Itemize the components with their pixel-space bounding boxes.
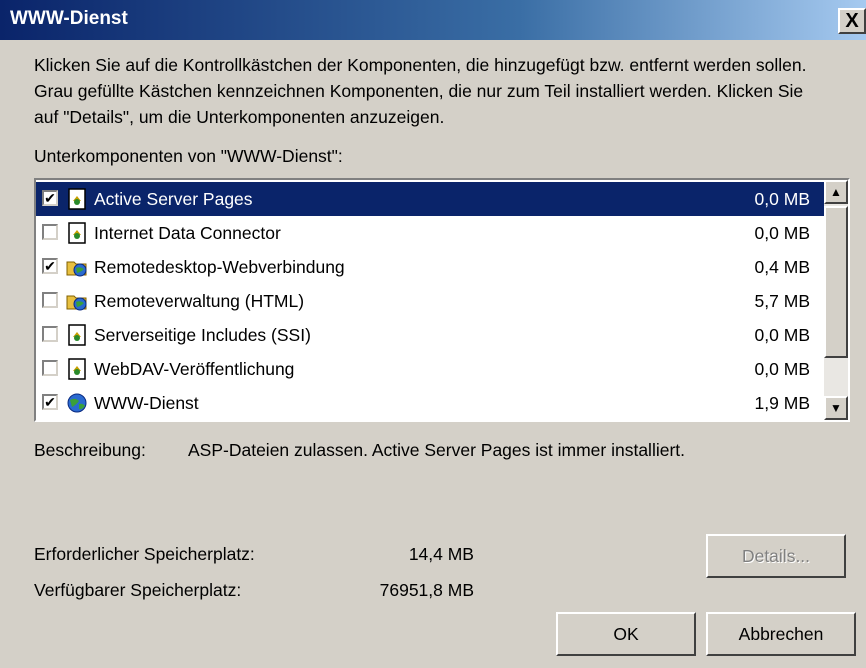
www-dienst-dialog: WWW-Dienst X Klicken Sie auf die Kontrol… [0,0,866,668]
details-button[interactable]: Details... [706,534,846,578]
component-checkbox[interactable] [42,292,58,308]
cancel-button[interactable]: Abbrechen [706,612,856,656]
description-text: ASP-Dateien zulassen. Active Server Page… [188,440,685,460]
document-icon [66,358,88,380]
folder-globe-icon [66,256,88,278]
component-checkbox[interactable]: ✔ [42,190,58,206]
scroll-down-button[interactable]: ▼ [824,396,848,420]
list-item[interactable]: WebDAV-Veröffentlichung 0,0 MB [36,352,824,386]
list-item[interactable]: Internet Data Connector 0,0 MB [36,216,824,250]
component-size: 1,9 MB [754,393,810,413]
list-label: Unterkomponenten von "WWW-Dienst": [34,146,343,166]
folder-globe-icon [66,290,88,312]
window-title: WWW-Dienst [10,8,128,29]
list-item[interactable]: ✔ Remotedesktop-Webverbindung 0,4 MB [36,250,824,284]
required-space-value: 14,4 MB [408,544,474,564]
title-bar[interactable]: WWW-Dienst X [0,0,866,40]
component-size: 0,0 MB [754,325,810,345]
ok-button[interactable]: OK [556,612,696,656]
description-label: Beschreibung: [34,440,146,460]
document-icon [66,324,88,346]
component-size: 0,0 MB [754,223,810,243]
component-label: Active Server Pages [94,189,253,209]
component-label: Remoteverwaltung (HTML) [94,291,305,311]
component-label: Serverseitige Includes (SSI) [94,325,311,345]
component-checkbox[interactable] [42,224,58,240]
close-button[interactable]: X [838,8,866,34]
component-label: WebDAV-Veröffentlichung [94,359,295,379]
list-item[interactable]: ✔ WWW-Dienst 1,9 MB [36,386,824,420]
component-checkbox[interactable]: ✔ [42,258,58,274]
required-space-label: Erforderlicher Speicherplatz: [34,544,255,564]
available-space-label: Verfügbarer Speicherplatz: [34,580,242,600]
list-item[interactable]: Remoteverwaltung (HTML) 5,7 MB [36,284,824,318]
globe-icon [66,392,88,414]
document-icon [66,222,88,244]
component-checkbox[interactable] [42,326,58,342]
component-label: Internet Data Connector [94,223,281,243]
component-size: 5,7 MB [754,291,810,311]
scroll-up-button[interactable]: ▲ [824,180,848,204]
vertical-scrollbar[interactable]: ▲ ▼ [824,180,848,420]
component-size: 0,0 MB [754,359,810,379]
component-label: Remotedesktop-Webverbindung [94,257,345,277]
component-label: WWW-Dienst [94,393,199,413]
component-checkbox[interactable]: ✔ [42,394,58,410]
list-item[interactable]: ✔ Active Server Pages 0,0 MB [36,182,824,216]
component-checkbox[interactable] [42,360,58,376]
list-item[interactable]: Serverseitige Includes (SSI) 0,0 MB [36,318,824,352]
document-icon [66,188,88,210]
scroll-thumb[interactable] [824,206,848,358]
component-size: 0,0 MB [754,189,810,209]
component-size: 0,4 MB [754,257,810,277]
available-space-value: 76951,8 MB [379,580,474,600]
components-list: ✔ Active Server Pages 0,0 MB Internet Data … [36,182,824,420]
intro-text: Klicken Sie auf die Kontrollkästchen der… [34,55,807,127]
components-listbox[interactable]: ✔ Active Server Pages 0,0 MB Internet Data … [34,178,850,422]
